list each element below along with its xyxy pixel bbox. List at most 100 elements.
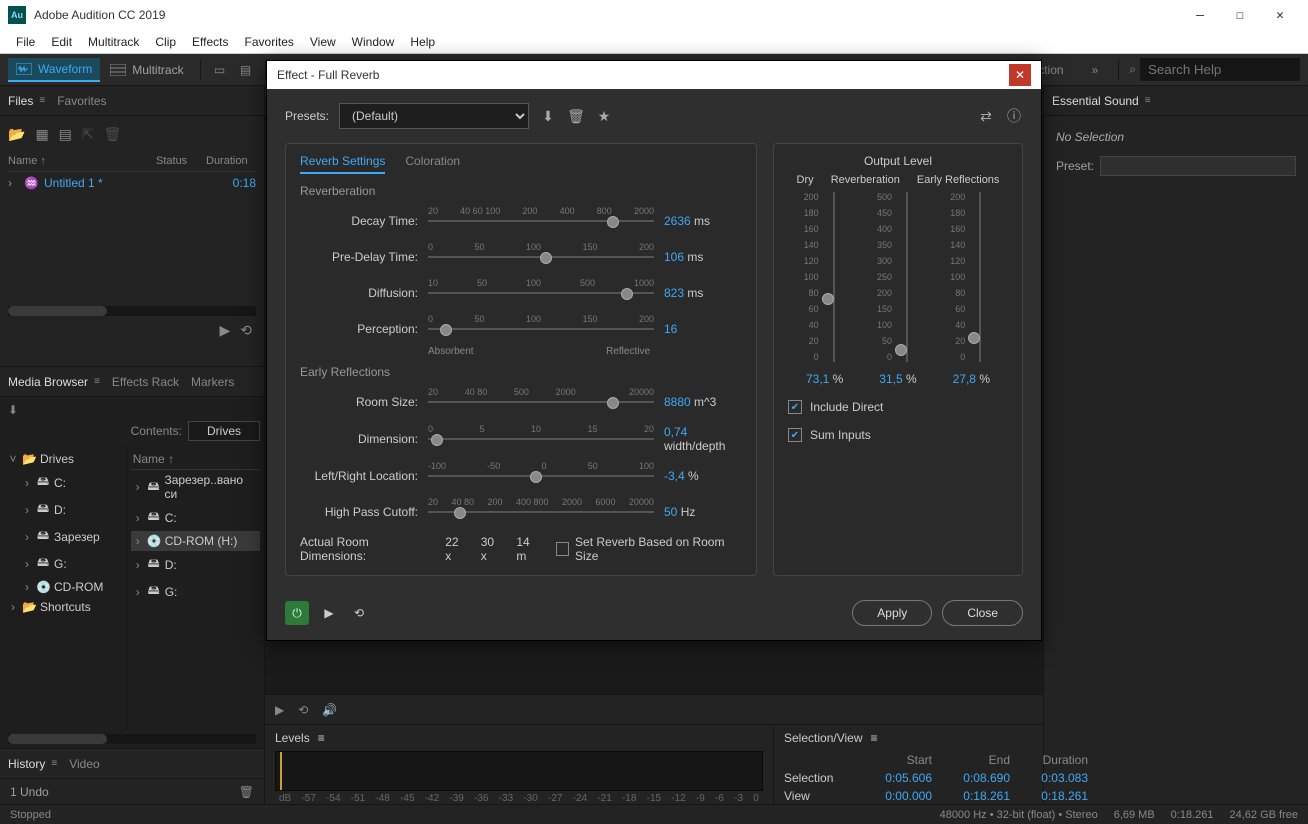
open-file-icon[interactable]: 📂 [8, 126, 25, 143]
slider-decay[interactable]: 2040 60 1002004008002000 [428, 208, 654, 234]
slider-hpcut[interactable]: 2040 80200400 8002000600020000 [428, 499, 654, 525]
save-preset-icon[interactable]: ⬇ [539, 108, 557, 125]
slider-diffusion[interactable]: 10501005001000 [428, 280, 654, 306]
media-name-col[interactable]: Name ↑ [131, 449, 260, 470]
menu-edit[interactable]: Edit [43, 33, 80, 51]
value-roomsize[interactable]: 8880 m^3 [664, 395, 742, 409]
vslider-early[interactable]: 200180160140120100806040200 [941, 192, 1001, 362]
new-file-icon[interactable]: ▦ [35, 126, 48, 143]
dialog-titlebar[interactable]: Effect - Full Reverb ✕ [267, 61, 1041, 89]
video-tab[interactable]: Video [69, 757, 99, 771]
tree-item[interactable]: ›🖴G: [4, 550, 122, 577]
col-duration[interactable]: Duration [206, 155, 256, 167]
value-diffusion[interactable]: 823 ms [664, 286, 742, 300]
hud-toggle-button[interactable]: ▭ [209, 59, 231, 81]
search-help-input[interactable] [1140, 58, 1300, 81]
menu-view[interactable]: View [302, 33, 344, 51]
tree-item[interactable]: ›💿CD-ROM (H:) [131, 531, 260, 551]
spectral-toggle-button[interactable]: ▤ [235, 59, 257, 81]
tree-item[interactable]: ›🖴G: [131, 578, 260, 605]
view-dur[interactable]: 0:18.261 [1018, 789, 1088, 803]
delete-preset-icon[interactable]: 🗑 [567, 108, 585, 125]
slider-perception[interactable]: 050100150200 [428, 316, 654, 342]
value-dimension[interactable]: 0,74 width/depth [664, 425, 742, 453]
effects-rack-tab[interactable]: Effects Rack [112, 375, 179, 389]
channel-map-icon[interactable]: ⇄ [977, 108, 995, 125]
output-early-value[interactable]: 27,8 [953, 372, 976, 386]
preview-loop-button[interactable]: ⟲ [240, 322, 252, 339]
minimize-button[interactable]: — [1180, 0, 1220, 30]
output-rev-value[interactable]: 31,5 [879, 372, 902, 386]
menu-help[interactable]: Help [402, 33, 443, 51]
vslider-rev[interactable]: 500450400350300250200150100500 [868, 192, 928, 362]
transport-speaker-icon[interactable]: 🔊 [322, 703, 337, 717]
workspace-more[interactable]: » [1078, 59, 1113, 81]
tree-item[interactable]: ›🖴Зарезер..вано си [131, 470, 260, 504]
col-name[interactable]: Name ↑ [8, 155, 156, 167]
contents-value[interactable]: Drives [188, 421, 260, 441]
trash-icon[interactable]: 🗑 [239, 785, 254, 799]
coloration-tab[interactable]: Coloration [405, 154, 460, 174]
close-button[interactable]: Close [942, 600, 1023, 626]
menu-multitrack[interactable]: Multitrack [80, 33, 147, 51]
tree-item[interactable]: ˅📂Drives [4, 449, 122, 469]
help-icon[interactable]: ⓘ [1005, 106, 1023, 126]
close-window-button[interactable]: ✕ [1260, 0, 1300, 30]
new-multitrack-icon[interactable]: ▤ [59, 126, 72, 143]
value-hpcut[interactable]: 50 Hz [664, 505, 742, 519]
favorites-tab[interactable]: Favorites [57, 94, 106, 108]
transport-loop-button[interactable]: ⟲ [298, 703, 308, 717]
maximize-button[interactable]: ☐ [1220, 0, 1260, 30]
waveform-mode-button[interactable]: Waveform [8, 58, 100, 82]
file-row[interactable]: › ♒ Untitled 1 * 0:18 [8, 172, 256, 194]
preview-play-button[interactable]: ▶ [219, 322, 230, 339]
sum-inputs-checkbox[interactable]: ✔Sum Inputs [788, 428, 1008, 442]
tree-item[interactable]: ›📂Shortcuts [4, 597, 122, 617]
tree-item[interactable]: ›🖴Зарезер [4, 523, 122, 550]
view-start[interactable]: 0:00.000 [862, 789, 932, 803]
dialog-close-button[interactable]: ✕ [1009, 64, 1031, 86]
slider-predelay[interactable]: 050100150200 [428, 244, 654, 270]
effect-preview-play-button[interactable]: ▶ [319, 606, 339, 620]
apply-button[interactable]: Apply [852, 600, 932, 626]
markers-tab[interactable]: Markers [191, 375, 234, 389]
tree-item[interactable]: ›🖴D: [131, 551, 260, 578]
transport-play-button[interactable]: ▶ [275, 703, 284, 717]
reverb-settings-tab[interactable]: Reverb Settings [300, 154, 385, 174]
selection-end[interactable]: 0:08.690 [940, 771, 1010, 785]
menu-window[interactable]: Window [344, 33, 403, 51]
files-hscroll[interactable] [8, 306, 256, 316]
essential-preset-input[interactable] [1100, 156, 1296, 176]
insert-icon[interactable]: ⇱ [82, 126, 94, 143]
include-direct-checkbox[interactable]: ✔Include Direct [788, 400, 1008, 414]
menu-file[interactable]: File [8, 33, 43, 51]
col-status[interactable]: Status [156, 155, 206, 167]
value-predelay[interactable]: 106 ms [664, 250, 742, 264]
effect-power-button[interactable]: ⏻ [285, 601, 309, 625]
expand-icon[interactable]: › [8, 176, 20, 190]
essential-sound-tab[interactable]: Essential Sound ≡ [1052, 94, 1151, 108]
output-dry-value[interactable]: 73,1 [806, 372, 829, 386]
tree-item[interactable]: ›🖴D: [4, 496, 122, 523]
slider-lrloc[interactable]: -100-50050100 [428, 463, 654, 489]
download-icon[interactable]: ⬇ [8, 403, 18, 417]
slider-roomsize[interactable]: 2040 80500200020000 [428, 389, 654, 415]
menu-clip[interactable]: Clip [147, 33, 184, 51]
files-tab[interactable]: Files ≡ [8, 94, 45, 108]
vslider-dry[interactable]: 200180160140120100806040200 [795, 192, 855, 362]
selection-dur[interactable]: 0:03.083 [1018, 771, 1088, 785]
slider-dimension[interactable]: 05101520 [428, 426, 654, 452]
menu-favorites[interactable]: Favorites [237, 33, 302, 51]
value-decay[interactable]: 2636 ms [664, 214, 742, 228]
effect-preview-loop-button[interactable]: ⟲ [349, 606, 369, 620]
set-reverb-room-checkbox[interactable]: Set Reverb Based on Room Size [556, 535, 742, 563]
menu-effects[interactable]: Effects [184, 33, 236, 51]
media-browser-tab[interactable]: Media Browser ≡ [8, 375, 100, 389]
selection-start[interactable]: 0:05.606 [862, 771, 932, 785]
media-hscroll[interactable] [8, 734, 256, 744]
history-tab[interactable]: History ≡ [8, 757, 57, 771]
value-lrloc[interactable]: -3,4 % [664, 469, 742, 483]
tree-item[interactable]: ›🖴C: [131, 504, 260, 531]
multitrack-mode-button[interactable]: Multitrack [102, 59, 191, 81]
delete-icon[interactable]: 🗑 [104, 126, 122, 143]
